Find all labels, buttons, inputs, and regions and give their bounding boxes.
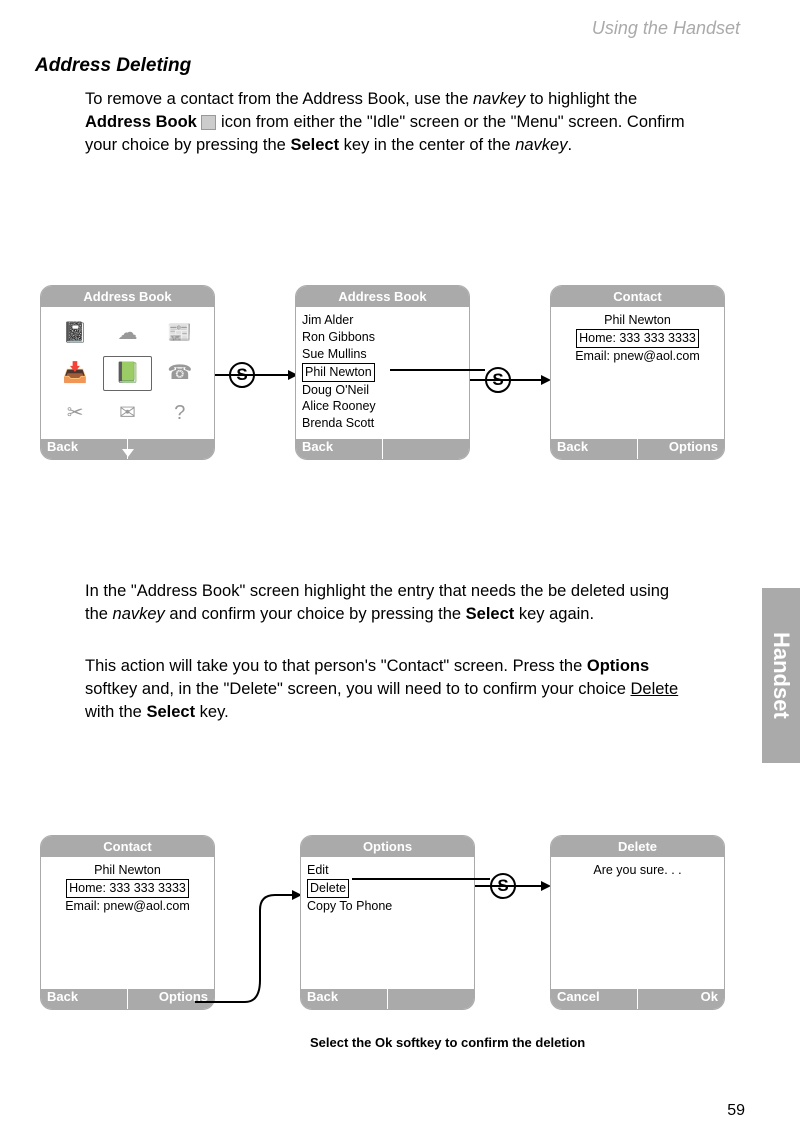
- option-delete-selected[interactable]: Delete: [307, 879, 349, 898]
- softkey-right[interactable]: [388, 989, 474, 1009]
- screen-delete-confirm: Delete Are you sure. . . Cancel Ok: [550, 835, 725, 1010]
- confirm-message: Are you sure. . .: [557, 862, 718, 879]
- option-edit[interactable]: Edit: [307, 862, 468, 879]
- softkey-cancel[interactable]: Cancel: [551, 989, 637, 1009]
- softkey-back[interactable]: Back: [301, 989, 387, 1009]
- screen6-title: Delete: [551, 836, 724, 857]
- screen5-title: Options: [301, 836, 474, 857]
- screen-options-menu: Options Edit Delete Copy To Phone Back: [300, 835, 475, 1010]
- option-copy-to-phone[interactable]: Copy To Phone: [307, 898, 468, 915]
- caption-confirm-deletion: Select the Ok softkey to confirm the del…: [310, 1035, 585, 1050]
- softkey-ok[interactable]: Ok: [638, 989, 724, 1009]
- page-number: 59: [727, 1102, 745, 1120]
